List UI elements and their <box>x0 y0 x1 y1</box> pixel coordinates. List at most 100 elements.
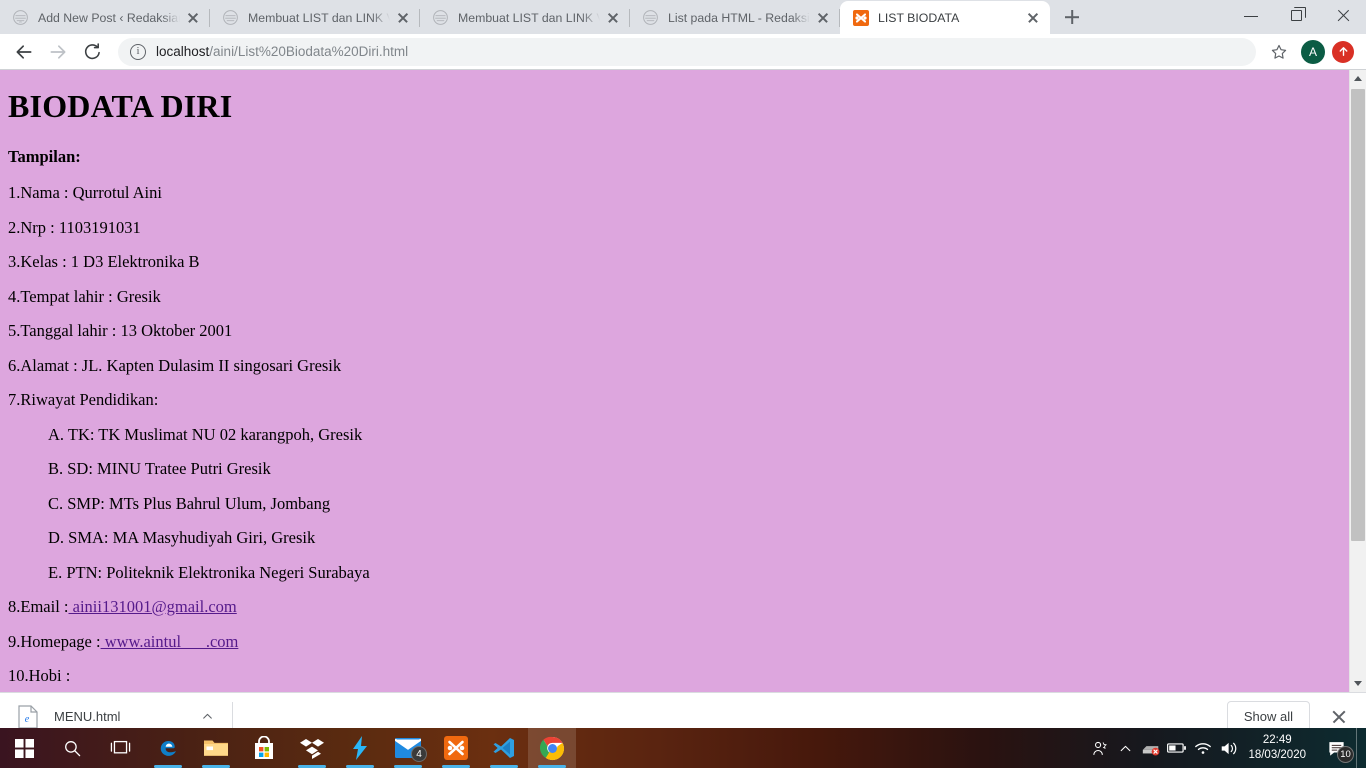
wifi-icon[interactable] <box>1190 728 1216 768</box>
lightning-app-icon[interactable] <box>336 728 384 768</box>
new-tab-button[interactable] <box>1058 3 1086 31</box>
bookmark-star-icon[interactable] <box>1264 37 1294 67</box>
update-arrow-icon[interactable] <box>1332 40 1354 63</box>
download-item[interactable]: e MENU.html <box>18 701 233 732</box>
tab-title: LIST BIODATA <box>878 10 960 25</box>
people-icon[interactable] <box>1086 728 1112 768</box>
xampp-icon <box>852 9 869 26</box>
url-text: localhost/aini/List%20Biodata%20Diri.htm… <box>156 44 408 59</box>
edge-icon[interactable] <box>144 728 192 768</box>
biodata-line: 7.Riwayat Pendidikan: <box>8 390 159 409</box>
wordpress-icon: W <box>12 9 29 26</box>
back-button[interactable] <box>8 36 40 68</box>
browser-tab-3[interactable]: Membuat LIST dan LINK Versi H <box>420 1 630 34</box>
clock-time: 22:49 <box>1262 734 1292 746</box>
tab-title: List pada HTML - Redaksiana <box>668 10 810 25</box>
browser-tab-2[interactable]: Membuat LIST dan LINK Versi H <box>210 1 420 34</box>
wordpress-icon <box>432 9 449 26</box>
homepage-link[interactable]: www.aintul___.com <box>101 632 239 651</box>
hobby-line: 10.Hobi : <box>8 666 71 685</box>
url-host: localhost <box>156 44 210 59</box>
email-link[interactable]: ainii131001@gmail.com <box>69 597 237 616</box>
biodata-line: 5.Tanggal lahir : 13 Oktober 2001 <box>8 321 233 340</box>
svg-text:e: e <box>25 714 30 725</box>
search-icon[interactable] <box>48 728 96 768</box>
tab-title: Membuat LIST dan LINK Versi H <box>458 10 600 25</box>
show-desktop-button[interactable] <box>1356 728 1362 768</box>
site-info-icon[interactable] <box>130 43 146 60</box>
mail-icon[interactable]: 4 <box>384 728 432 768</box>
wordpress-icon <box>222 9 239 26</box>
education-item: C. SMP: MTs Plus Bahrul Ulum, Jombang <box>48 493 331 513</box>
browser-tab-5-active[interactable]: LIST BIODATA <box>840 1 1050 34</box>
page-title: BIODATA DIRI <box>8 88 233 124</box>
tab-title: Add New Post ‹ Redaksiana — <box>38 10 180 25</box>
download-file-name: MENU.html <box>54 709 121 724</box>
education-item: A. TK: TK Muslimat NU 02 karangpoh, Gres… <box>48 424 363 444</box>
html-file-icon: e <box>18 704 38 729</box>
vscode-icon[interactable] <box>480 728 528 768</box>
chevron-up-icon[interactable] <box>1112 728 1138 768</box>
homepage-line: 9.Homepage : www.aintul___.com <box>8 632 1358 651</box>
browser-tab-1[interactable]: W Add New Post ‹ Redaksiana — <box>0 1 210 34</box>
biodata-line: 4.Tempat lahir : Gresik <box>8 286 161 306</box>
page-subheading: Tampilan: <box>8 147 81 166</box>
minimize-button[interactable] <box>1228 0 1274 32</box>
system-tray: 22:49 18/03/2020 10 <box>1086 728 1366 768</box>
reload-button[interactable] <box>76 36 108 68</box>
page-content: BIODATA DIRI Tampilan: 1.Nama : Qurrotul… <box>0 70 1366 692</box>
notifications-icon[interactable]: 10 <box>1316 728 1356 768</box>
forward-button[interactable] <box>42 36 74 68</box>
close-icon[interactable] <box>1024 9 1042 27</box>
file-explorer-icon[interactable] <box>192 728 240 768</box>
close-icon[interactable] <box>394 9 412 27</box>
notification-badge: 10 <box>1337 746 1354 763</box>
window-controls <box>1228 0 1366 34</box>
battery-icon[interactable] <box>1164 728 1190 768</box>
taskbar-apps: 4 <box>0 728 576 768</box>
chrome-icon[interactable] <box>528 728 576 768</box>
biodata-line: 6.Alamat : JL. Kapten Dulasim II singosa… <box>8 355 342 375</box>
network-disconnected-icon[interactable] <box>1138 728 1164 768</box>
dropbox-icon[interactable] <box>288 728 336 768</box>
biodata-line: 1.Nama : Qurrotul Aini <box>8 183 162 202</box>
url-path: /aini/List%20Biodata%20Diri.html <box>209 44 409 59</box>
address-bar[interactable]: localhost/aini/List%20Biodata%20Diri.htm… <box>118 37 1256 66</box>
task-view-icon[interactable] <box>96 728 144 768</box>
windows-taskbar: 4 22:49 18/03/2020 10 <box>0 728 1366 768</box>
scrollbar-thumb[interactable] <box>1351 89 1365 541</box>
avatar[interactable]: A <box>1301 39 1325 64</box>
wordpress-icon <box>642 9 659 26</box>
close-icon[interactable] <box>604 9 622 27</box>
browser-window: W Add New Post ‹ Redaksiana — Membuat LI… <box>0 0 1366 740</box>
start-button[interactable] <box>0 728 48 768</box>
biodata-line: 3.Kelas : 1 D3 Elektronika B <box>8 252 200 271</box>
close-window-button[interactable] <box>1320 0 1366 32</box>
close-icon[interactable] <box>184 9 202 27</box>
vertical-scrollbar[interactable] <box>1349 70 1366 692</box>
close-shelf-icon[interactable] <box>1324 702 1354 732</box>
page-viewport: BIODATA DIRI Tampilan: 1.Nama : Qurrotul… <box>0 70 1366 692</box>
svg-text:W: W <box>19 20 22 24</box>
email-line: 8.Email : ainii131001@gmail.com <box>8 597 1358 616</box>
maximize-button[interactable] <box>1274 0 1320 32</box>
education-item: E. PTN: Politeknik Elektronika Negeri Su… <box>48 562 370 582</box>
tab-title: Membuat LIST dan LINK Versi H <box>248 10 390 25</box>
close-icon[interactable] <box>814 9 832 27</box>
biodata-line: 2.Nrp : 1103191031 <box>8 217 141 237</box>
email-label: 8.Email : <box>8 597 69 616</box>
browser-toolbar: localhost/aini/List%20Biodata%20Diri.htm… <box>0 34 1366 70</box>
volume-icon[interactable] <box>1216 728 1242 768</box>
education-item: B. SD: MINU Tratee Putri Gresik <box>48 459 271 478</box>
microsoft-store-icon[interactable] <box>240 728 288 768</box>
clock[interactable]: 22:49 18/03/2020 <box>1242 733 1316 763</box>
clock-date: 18/03/2020 <box>1248 749 1306 761</box>
tab-strip: W Add New Post ‹ Redaksiana — Membuat LI… <box>0 0 1366 34</box>
chevron-up-icon[interactable] <box>196 706 218 728</box>
browser-tab-4[interactable]: List pada HTML - Redaksiana <box>630 1 840 34</box>
scroll-down-arrow-icon[interactable] <box>1350 675 1366 692</box>
xampp-icon[interactable] <box>432 728 480 768</box>
mail-badge: 4 <box>411 746 427 762</box>
scroll-up-arrow-icon[interactable] <box>1350 70 1366 87</box>
education-item: D. SMA: MA Masyhudiyah Giri, Gresik <box>48 528 316 547</box>
